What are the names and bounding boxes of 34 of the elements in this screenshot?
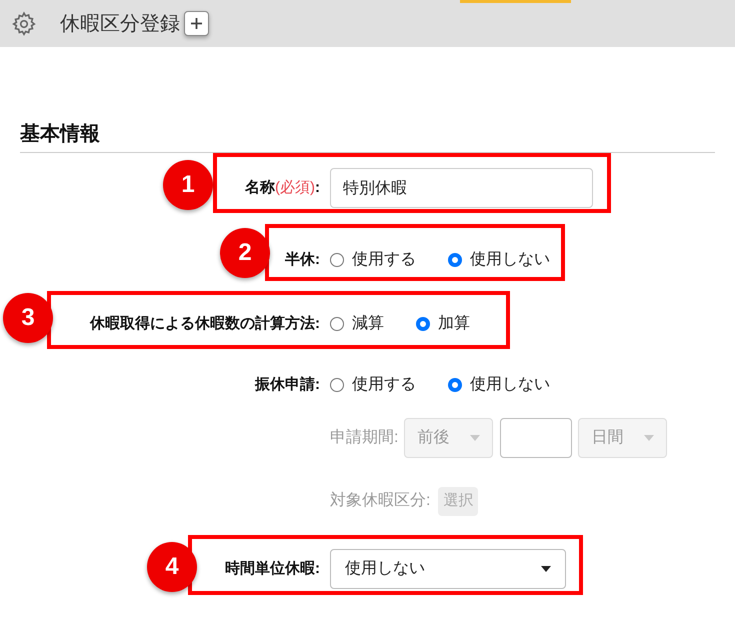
number-input[interactable] [500,418,572,458]
step-badge: 1 [163,160,213,210]
radio-option[interactable]: 使用する [330,373,416,397]
radio-unchecked[interactable] [330,253,344,267]
radio-checked[interactable] [448,253,462,267]
radio-option[interactable]: 使用しない [448,248,550,272]
radio-checked[interactable] [416,317,430,331]
radio-option[interactable]: 使用しない [448,373,550,397]
name-input[interactable]: 特別休暇 [330,168,593,208]
settings-icon[interactable] [11,10,37,36]
page-title: 休暇区分登録 [60,12,180,36]
radio-option[interactable]: 使用する [330,248,416,272]
field-label: 振休申請: [255,374,320,395]
select-field[interactable]: 使用しない [330,549,566,589]
section-heading: 基本情報 [20,123,100,145]
step-badge: 4 [147,542,197,592]
add-button[interactable] [184,11,209,36]
radio-option[interactable]: 加算 [416,312,470,336]
step-badge: 3 [3,293,53,343]
plus-icon [190,17,203,30]
step-badge: 2 [220,228,270,278]
radio-unchecked[interactable] [330,378,344,392]
field-label: 申請期間: [330,428,398,448]
radio-option[interactable]: 減算 [330,312,384,336]
caret-icon [541,566,551,572]
caret-icon [470,435,480,441]
radio-checked[interactable] [448,378,462,392]
radio-unchecked[interactable] [330,317,344,331]
field-label: 時間単位休暇: [225,558,320,579]
field-label: 休暇取得による休暇数の計算方法: [90,314,320,334]
field-label: 対象休暇区分: [330,490,430,511]
caret-icon [644,435,654,441]
field-label: 名称(必須): [245,178,320,198]
field-label: 半休: [285,250,320,270]
